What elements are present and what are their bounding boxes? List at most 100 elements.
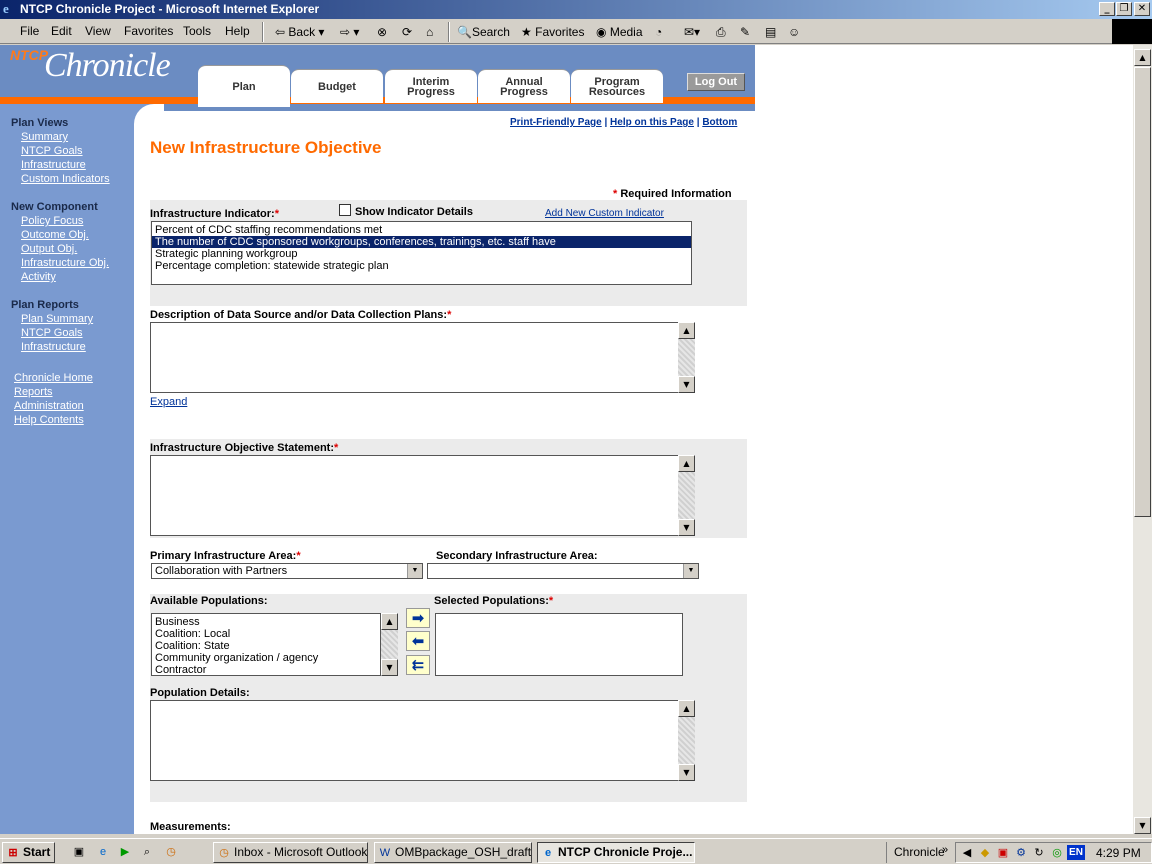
statement-textarea[interactable]	[150, 455, 678, 536]
menu-file[interactable]: File	[20, 24, 39, 38]
scroll-down-icon[interactable]: ▼	[1134, 817, 1151, 834]
connection-icon[interactable]: ⚙	[1014, 846, 1028, 860]
logout-button[interactable]: Log Out	[687, 73, 745, 91]
task-word-document[interactable]: W OMBpackage_OSH_draft ...	[374, 842, 532, 863]
close-button[interactable]: ✕	[1134, 2, 1150, 16]
sidebar-item-infrastructure-report[interactable]: Infrastructure	[21, 341, 86, 353]
chevron-right-icon[interactable]: »	[942, 844, 948, 856]
sidebar-item-plan-summary[interactable]: Plan Summary	[21, 313, 93, 325]
population-details-scrollbar[interactable]: ▲ ▼	[678, 700, 695, 781]
sidebar-item-administration[interactable]: Administration	[14, 400, 84, 412]
scroll-up-icon[interactable]: ▲	[678, 700, 695, 717]
refresh-icon[interactable]: ⟳	[402, 23, 412, 41]
history-icon[interactable]: ◔	[655, 23, 662, 41]
sidebar-item-activity[interactable]: Activity	[21, 271, 56, 283]
minimize-button[interactable]: _	[1099, 2, 1115, 16]
list-item[interactable]: Coalition: Local	[152, 628, 380, 640]
tab-plan[interactable]: Plan	[198, 65, 290, 107]
sidebar-item-reports[interactable]: Reports	[14, 386, 53, 398]
show-desktop-icon[interactable]: ▣	[72, 845, 86, 859]
list-item[interactable]: Business	[152, 616, 380, 628]
selected-populations-listbox[interactable]	[435, 613, 683, 676]
edit-icon[interactable]: ✎	[740, 23, 750, 41]
menu-view[interactable]: View	[85, 24, 111, 38]
network-icon[interactable]: ◆	[978, 846, 992, 860]
sidebar-item-custom-indicators[interactable]: Custom Indicators	[21, 173, 110, 185]
remove-population-arrow-icon[interactable]: ⬅	[406, 631, 430, 651]
start-button[interactable]: ⊞ Start	[2, 842, 55, 863]
menu-help[interactable]: Help	[225, 24, 250, 38]
discuss-icon[interactable]: ▤	[765, 23, 776, 41]
scroll-up-icon[interactable]: ▲	[678, 455, 695, 472]
description-scrollbar[interactable]: ▲ ▼	[678, 322, 695, 393]
page-scrollbar[interactable]: ▲ ▼	[1133, 45, 1152, 834]
ie-quicklaunch-icon[interactable]: e	[96, 845, 110, 859]
tray-toolbar-label[interactable]: Chronicle	[894, 845, 945, 859]
tab-program-resources[interactable]: Program Resources	[571, 69, 663, 103]
print-friendly-link[interactable]: Print-Friendly Page	[510, 117, 602, 128]
statement-scrollbar[interactable]: ▲ ▼	[678, 455, 695, 536]
speaker-icon[interactable]: ◀	[960, 846, 974, 860]
sidebar-item-ntcp-goals-report[interactable]: NTCP Goals	[21, 327, 83, 339]
add-population-arrow-icon[interactable]: ➡	[406, 608, 430, 628]
indicator-listbox[interactable]: Percent of CDC staffing recommendations …	[151, 221, 692, 285]
search-quicklaunch-icon[interactable]: ⌕	[140, 845, 154, 859]
show-details-checkbox[interactable]	[339, 204, 351, 216]
favorites-button[interactable]: ★ Favorites	[521, 23, 584, 41]
sidebar-item-chronicle-home[interactable]: Chronicle Home	[14, 372, 93, 384]
list-item[interactable]: The number of CDC sponsored workgroups, …	[152, 236, 691, 248]
list-item[interactable]: Percent of CDC staffing recommendations …	[152, 224, 691, 236]
list-item[interactable]: Strategic planning workgroup	[152, 248, 691, 260]
task-ie-chronicle[interactable]: e NTCP Chronicle Proje...	[537, 842, 695, 863]
tab-interim-progress[interactable]: Interim Progress	[385, 69, 477, 103]
menu-favorites[interactable]: Favorites	[124, 24, 173, 38]
antivirus-icon[interactable]: ▣	[996, 846, 1010, 860]
search-button[interactable]: 🔍Search	[457, 23, 510, 41]
stop-icon[interactable]: ⊗	[377, 23, 387, 41]
sidebar-item-ntcp-goals[interactable]: NTCP Goals	[21, 145, 83, 157]
forward-button[interactable]: ⇨ ▾	[340, 23, 359, 41]
sidebar-item-summary[interactable]: Summary	[21, 131, 68, 143]
sidebar-item-outcome-obj[interactable]: Outcome Obj.	[21, 229, 89, 241]
back-button[interactable]: ⇦ Back ▾	[275, 23, 324, 41]
list-item[interactable]: Percentage completion: statewide strateg…	[152, 260, 691, 272]
mail-icon[interactable]: ✉▾	[684, 23, 700, 41]
list-item[interactable]: Coalition: State	[152, 640, 380, 652]
scroll-down-icon[interactable]: ▼	[381, 659, 398, 676]
menu-tools[interactable]: Tools	[183, 24, 211, 38]
scroll-down-icon[interactable]: ▼	[678, 376, 695, 393]
update-icon[interactable]: ◎	[1050, 846, 1064, 860]
sidebar-item-output-obj[interactable]: Output Obj.	[21, 243, 77, 255]
sidebar-item-infrastructure-obj[interactable]: Infrastructure Obj.	[21, 257, 109, 269]
help-on-page-link[interactable]: Help on this Page	[610, 117, 694, 128]
menu-edit[interactable]: Edit	[51, 24, 72, 38]
print-icon[interactable]: ⎙	[716, 23, 726, 41]
expand-link[interactable]: Expand	[150, 396, 187, 408]
chevron-down-icon[interactable]: ▼	[683, 564, 698, 578]
media-button[interactable]: ◉ Media	[596, 23, 643, 41]
chevron-down-icon[interactable]: ▼	[407, 564, 422, 578]
sidebar-item-policy-focus[interactable]: Policy Focus	[21, 215, 83, 227]
messenger-icon[interactable]: ☺	[788, 23, 800, 41]
restore-button[interactable]: ❐	[1116, 2, 1132, 16]
clock-quicklaunch-icon[interactable]: ◷	[164, 845, 178, 859]
sidebar-item-infrastructure[interactable]: Infrastructure	[21, 159, 86, 171]
remove-all-populations-arrow-icon[interactable]: ⇇	[406, 655, 430, 675]
add-custom-indicator-link[interactable]: Add New Custom Indicator	[545, 208, 664, 219]
scrollbar-thumb[interactable]	[1134, 67, 1151, 517]
home-icon[interactable]: ⌂	[426, 23, 433, 41]
sidebar-item-help-contents[interactable]: Help Contents	[14, 414, 84, 426]
scroll-down-icon[interactable]: ▼	[678, 764, 695, 781]
tab-budget[interactable]: Budget	[291, 69, 383, 103]
secondary-area-select[interactable]: ▼	[427, 563, 699, 579]
description-textarea[interactable]	[150, 322, 678, 393]
list-item[interactable]: Community organization / agency	[152, 652, 380, 664]
available-populations-scrollbar[interactable]: ▲ ▼	[381, 613, 398, 676]
scroll-up-icon[interactable]: ▲	[381, 613, 398, 630]
bottom-link[interactable]: Bottom	[702, 117, 737, 128]
primary-area-select[interactable]: Collaboration with Partners ▼	[151, 563, 423, 579]
tab-annual-progress[interactable]: Annual Progress	[478, 69, 570, 103]
language-indicator[interactable]: EN	[1067, 845, 1085, 860]
scroll-down-icon[interactable]: ▼	[678, 519, 695, 536]
scroll-up-icon[interactable]: ▲	[1134, 49, 1151, 66]
